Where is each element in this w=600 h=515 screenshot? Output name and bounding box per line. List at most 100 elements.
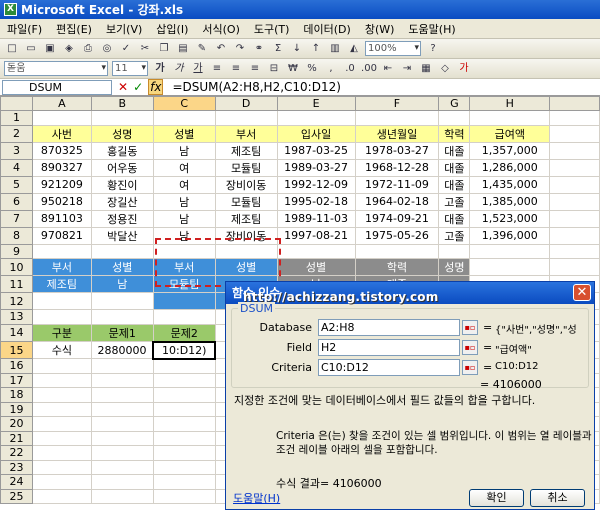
cell[interactable] [152, 358, 216, 374]
cell[interactable] [152, 430, 216, 446]
row-header[interactable]: 4 [0, 158, 33, 177]
spelling-icon[interactable]: ✓ [118, 42, 134, 56]
criteria-header[interactable]: 성별 [214, 258, 278, 276]
cell[interactable]: 1968-12-28 [354, 158, 440, 177]
criteria-cell[interactable] [152, 292, 216, 310]
cell[interactable] [90, 430, 154, 446]
column-header[interactable]: D [214, 96, 278, 111]
cell[interactable] [469, 110, 551, 126]
cell[interactable] [549, 209, 600, 228]
cell[interactable] [90, 459, 154, 475]
cell[interactable] [152, 445, 216, 461]
row-header[interactable]: 12 [0, 292, 33, 310]
cell[interactable] [31, 445, 92, 461]
header-cell[interactable]: 급여액 [469, 124, 551, 143]
cell[interactable]: 제조팀 [214, 141, 278, 160]
cell[interactable] [90, 474, 154, 490]
cell[interactable]: 1987-03-25 [276, 141, 356, 160]
cell[interactable] [152, 474, 216, 490]
cancel-button[interactable]: 취소 [530, 489, 585, 507]
header-cell[interactable]: 성별 [152, 124, 216, 143]
cell[interactable]: 황진이 [90, 175, 154, 194]
cell[interactable]: 1978-03-27 [354, 141, 440, 160]
cell[interactable]: 1964-02-18 [354, 192, 440, 211]
cell[interactable] [438, 243, 471, 259]
cell[interactable]: 남 [152, 141, 216, 160]
row-header[interactable]: 8 [0, 226, 33, 245]
font-combo[interactable]: 돋움 [4, 61, 108, 76]
cell[interactable]: 남 [152, 226, 216, 245]
increase-indent-icon[interactable]: ⇥ [399, 62, 415, 76]
cell[interactable] [90, 445, 154, 461]
header-cell[interactable]: 문제1 [90, 323, 154, 342]
font-color-icon[interactable]: 가 [456, 62, 472, 76]
cell[interactable]: 제조팀 [214, 209, 278, 228]
sort-asc-icon[interactable]: ↓ [289, 42, 305, 56]
percent-icon[interactable]: % [304, 62, 320, 76]
help-icon[interactable]: ? [425, 42, 441, 56]
menu-insert[interactable]: 삽입(I) [149, 21, 195, 37]
cell[interactable]: 모듈팀 [214, 192, 278, 211]
close-icon[interactable]: ✕ [573, 284, 591, 301]
sort-desc-icon[interactable]: ↑ [308, 42, 324, 56]
row-header[interactable]: 20 [0, 416, 33, 432]
active-cell[interactable]: 10:D12) [152, 340, 217, 360]
cell[interactable]: 2880000 [90, 341, 154, 359]
cell[interactable] [90, 243, 154, 259]
header-cell[interactable]: 성명 [90, 124, 154, 143]
copy-icon[interactable]: ❐ [156, 42, 172, 56]
redo-icon[interactable]: ↷ [232, 42, 248, 56]
cell[interactable]: 장비이동 [214, 175, 278, 194]
decrease-indent-icon[interactable]: ⇤ [380, 62, 396, 76]
criteria-cell[interactable]: 남 [90, 275, 154, 293]
zoom-combo[interactable]: 100% [365, 41, 421, 56]
cell[interactable]: 1997-08-21 [276, 226, 356, 245]
ok-button[interactable]: 확인 [469, 489, 524, 507]
column-header[interactable]: G [438, 96, 471, 111]
cell[interactable] [31, 488, 92, 504]
cell[interactable]: 970821 [31, 226, 92, 245]
cell[interactable] [90, 110, 154, 126]
cell[interactable]: 홍길동 [90, 141, 154, 160]
cell[interactable]: 대졸 [438, 175, 471, 194]
column-header[interactable]: C [152, 96, 216, 111]
row-header[interactable]: 21 [0, 430, 33, 446]
open-icon[interactable]: ▭ [23, 42, 39, 56]
row-header[interactable]: 22 [0, 445, 33, 461]
cell[interactable]: 950218 [31, 192, 92, 211]
align-right-icon[interactable]: ≡ [247, 62, 263, 76]
cell[interactable]: 여 [152, 158, 216, 177]
cell[interactable]: 870325 [31, 141, 92, 160]
cell[interactable]: 1,396,000 [469, 226, 551, 245]
menu-file[interactable]: 파일(F) [0, 21, 49, 37]
cell[interactable]: 1992-12-09 [276, 175, 356, 194]
criteria-header[interactable]: 성명 [438, 258, 471, 276]
cell[interactable] [438, 110, 471, 126]
cell[interactable]: 1,357,000 [469, 141, 551, 160]
cell[interactable]: 1972-11-09 [354, 175, 440, 194]
italic-icon[interactable]: 가 [171, 62, 187, 76]
cell[interactable]: 남 [152, 209, 216, 228]
merge-center-icon[interactable]: ⊟ [266, 62, 282, 76]
cell[interactable] [31, 474, 92, 490]
criteria-header[interactable]: 성별 [90, 258, 154, 276]
cell[interactable] [549, 192, 600, 211]
header-cell[interactable]: 부서 [214, 124, 278, 143]
help-link[interactable]: 도움말(H) [233, 490, 280, 506]
cell[interactable]: 대졸 [438, 209, 471, 228]
new-icon[interactable]: □ [4, 42, 20, 56]
cell[interactable]: 모듈팀 [214, 158, 278, 177]
cell[interactable]: 1975-05-26 [354, 226, 440, 245]
cell[interactable] [549, 175, 600, 194]
cell[interactable] [152, 416, 216, 432]
row-header[interactable]: 13 [0, 309, 33, 325]
menu-window[interactable]: 창(W) [358, 21, 402, 37]
cell[interactable]: 수식 [31, 341, 92, 359]
cell[interactable]: 고졸 [438, 192, 471, 211]
cell[interactable] [90, 372, 154, 388]
cell[interactable] [549, 141, 600, 160]
select-all-corner[interactable] [0, 96, 33, 111]
cell[interactable] [31, 292, 92, 310]
cell[interactable] [90, 358, 154, 374]
row-header[interactable]: 1 [0, 110, 33, 126]
